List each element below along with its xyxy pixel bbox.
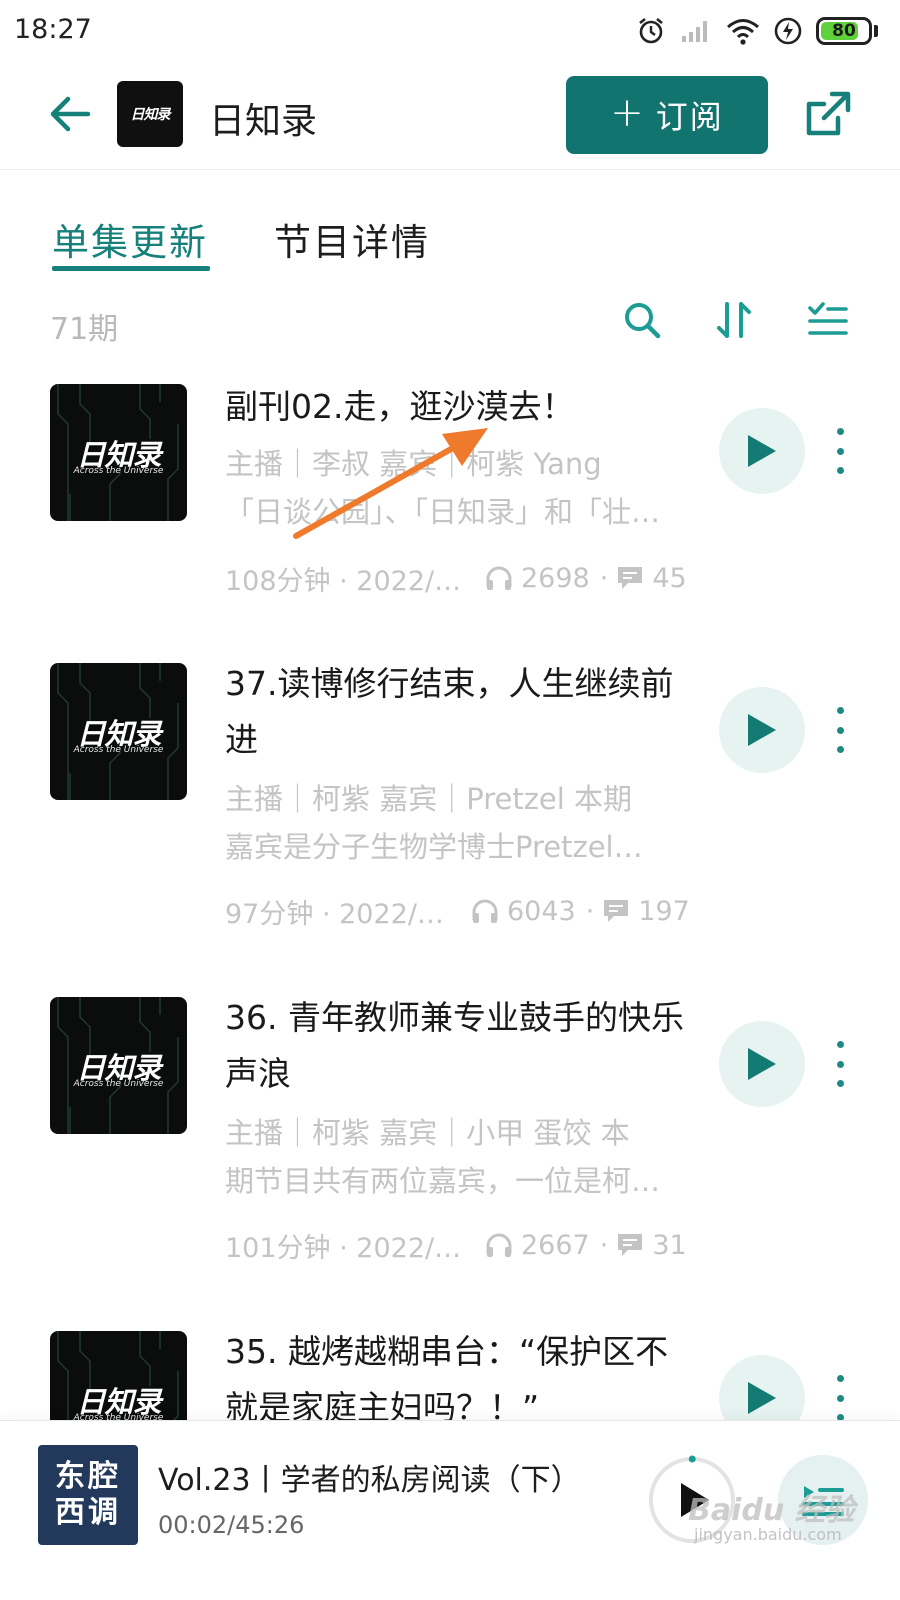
more-options-button[interactable] — [830, 1375, 850, 1420]
episode-cover: 日知录 Across the Universe — [50, 384, 187, 521]
wifi-icon — [727, 19, 759, 45]
play-button[interactable] — [719, 408, 805, 494]
play-count: 2667 — [485, 1230, 590, 1261]
episode-duration-date: 108分钟 · 2022/… — [225, 565, 462, 597]
episode-title[interactable]: 37.读博修行结束，人生继续前进 — [225, 656, 685, 768]
battery-nub — [874, 25, 878, 37]
page-title: 日知录 — [209, 101, 318, 142]
play-count-value: 6043 — [507, 895, 576, 927]
subscribe-label: 订阅 — [655, 98, 724, 136]
battery-level: 80 — [832, 21, 856, 41]
episode-title[interactable]: 35. 越烤越糊串台：“保护区不就是家庭主妇吗？！” — [225, 1331, 685, 1420]
episode-cover: 日知录 Across the Universe — [50, 997, 187, 1134]
baidu-watermark: Baidu 经验 — [688, 1493, 855, 1528]
comment-icon — [618, 567, 643, 589]
episode-cover: 日知录 Across the Universe — [50, 663, 187, 800]
headphones-icon — [486, 566, 512, 590]
cover-subtitle: Across the Universe — [73, 466, 164, 476]
signal-icon — [682, 21, 707, 42]
play-count: 2698 — [485, 563, 590, 594]
play-icon — [748, 1048, 776, 1080]
app-header: 日知录 日知录 + 订阅 — [0, 62, 900, 170]
play-count-value: 2667 — [521, 1229, 590, 1261]
episode-meta: 108分钟 · 2022/… 2698 · 45 — [225, 556, 695, 600]
more-options-button[interactable] — [830, 707, 850, 753]
tab-bar: 单集更新 节目详情 — [0, 170, 900, 280]
batch-select-icon[interactable] — [806, 298, 850, 342]
headphones-icon — [472, 899, 498, 923]
more-options-button[interactable] — [830, 428, 850, 474]
comment-count-value: 45 — [652, 562, 687, 594]
share-icon[interactable] — [802, 88, 854, 140]
battery-indicator: 80 — [816, 17, 872, 45]
play-icon — [748, 1382, 776, 1414]
mini-cover-line1: 东腔 — [55, 1459, 121, 1494]
search-icon[interactable] — [620, 298, 664, 342]
episode-desc-line1: 主播｜柯紫 嘉宾｜小甲 蛋饺 本 — [225, 1116, 630, 1150]
cover-subtitle: Across the Universe — [73, 745, 164, 755]
play-icon — [748, 435, 776, 467]
cover-subtitle: Across the Universe — [73, 1413, 164, 1420]
tab-episodes[interactable]: 单集更新 — [52, 212, 208, 266]
charging-icon — [774, 17, 802, 45]
episode-desc-line1: 主播｜柯紫 嘉宾｜Pretzel 本期 — [225, 782, 633, 816]
comment-icon — [618, 1234, 643, 1256]
comment-count: · 45 — [599, 562, 687, 594]
plus-icon: + — [610, 90, 644, 136]
comment-icon — [604, 900, 629, 922]
episode-item[interactable]: 日知录 Across the Universe 37.读博修行结束，人生继续前进… — [0, 663, 900, 963]
comment-count-value: 31 — [652, 1229, 687, 1261]
comment-count: · 31 — [599, 1229, 687, 1261]
back-arrow-icon[interactable] — [46, 90, 94, 138]
sort-icon[interactable] — [712, 298, 756, 342]
episode-meta: 97分钟 · 2022/… 6043 · 197 — [225, 889, 695, 933]
annotation-arrow-icon — [293, 428, 488, 539]
episode-item[interactable]: 日知录 Across the Universe 35. 越烤越糊串台：“保护区不… — [0, 1331, 900, 1420]
baidu-watermark-url: jingyan.baidu.com — [694, 1525, 842, 1544]
status-icons: 80 — [636, 14, 878, 48]
comment-count: · 197 — [585, 895, 690, 927]
alarm-icon — [639, 17, 663, 44]
status-bar: 18:27 80 — [0, 0, 900, 62]
episode-item[interactable]: 日知录 Across the Universe 36. 青年教师兼专业鼓手的快乐… — [0, 997, 900, 1297]
episode-duration-date: 97分钟 · 2022/… — [225, 898, 444, 930]
episode-meta: 101分钟 · 2022/… 2667 · 31 — [225, 1223, 695, 1267]
play-count: 6043 — [471, 896, 576, 927]
headphones-icon — [486, 1233, 512, 1257]
episode-desc-line2: 嘉宾是分子生物学博士Pretzel… — [225, 830, 643, 864]
subscribe-button[interactable]: + 订阅 — [566, 76, 768, 154]
comment-count-value: 197 — [638, 895, 690, 927]
tab-underline — [52, 266, 210, 271]
podcast-logo: 日知录 — [117, 81, 183, 147]
play-button[interactable] — [719, 1021, 805, 1107]
episode-toolbar: 71期 — [0, 290, 900, 360]
episode-desc-line2: 期节目共有两位嘉宾，一位是柯… — [225, 1164, 661, 1198]
play-count-value: 2698 — [521, 562, 590, 594]
episode-duration-date: 101分钟 · 2022/… — [225, 1232, 462, 1264]
episode-count: 71期 — [50, 312, 119, 347]
episode-title[interactable]: 36. 青年教师兼专业鼓手的快乐声浪 — [225, 990, 685, 1102]
mini-cover-line2: 西调 — [55, 1495, 121, 1530]
mini-player-cover: 东腔 西调 — [38, 1445, 138, 1545]
cover-subtitle: Across the Universe — [73, 1079, 164, 1089]
status-time: 18:27 — [14, 14, 92, 45]
play-icon — [748, 714, 776, 746]
now-playing-time: 00:02/45:26 — [158, 1511, 305, 1539]
episode-cover: 日知录 Across the Universe — [50, 1331, 187, 1420]
more-options-button[interactable] — [830, 1041, 850, 1087]
mini-player[interactable]: 东腔 西调 Vol.23丨学者的私房阅读（下） 00:02/45:26 Baid… — [0, 1420, 900, 1600]
play-button[interactable] — [719, 687, 805, 773]
tab-program-details[interactable]: 节目详情 — [274, 212, 430, 266]
play-button[interactable] — [719, 1355, 805, 1420]
podcast-logo-text: 日知录 — [130, 107, 171, 123]
now-playing-title[interactable]: Vol.23丨学者的私房阅读（下） — [158, 1455, 581, 1499]
